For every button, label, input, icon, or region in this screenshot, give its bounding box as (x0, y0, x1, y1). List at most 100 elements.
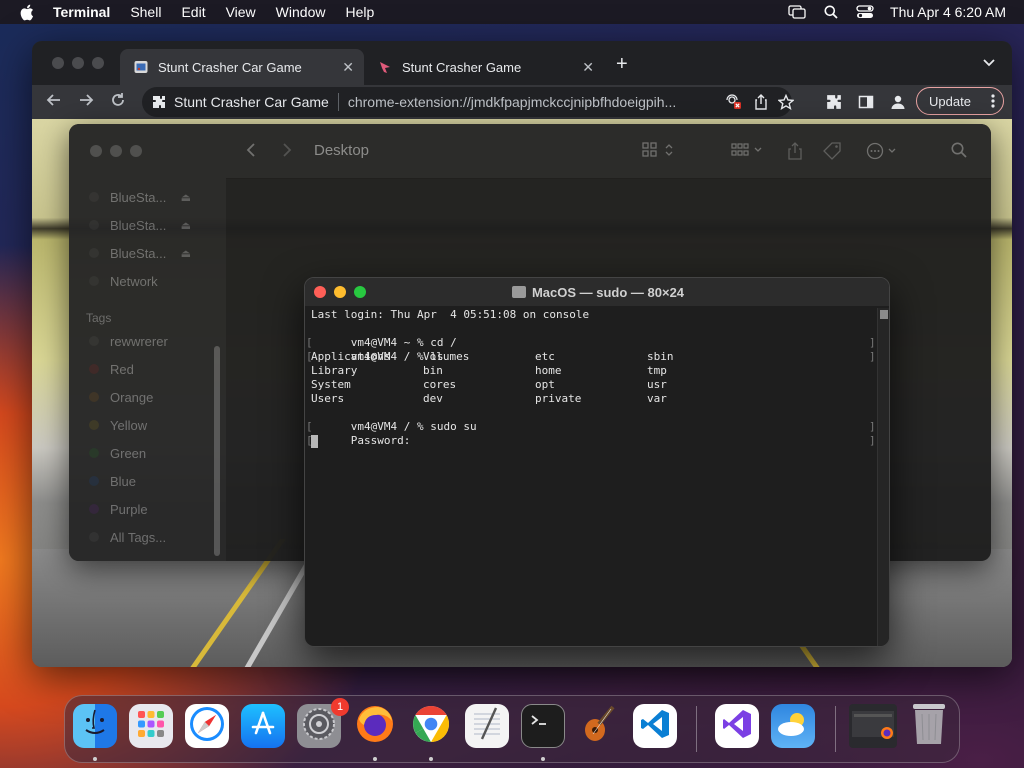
grid-view-icon[interactable] (642, 142, 676, 158)
sidebar-item-label: BlueSta... (110, 245, 167, 261)
dock-system-settings[interactable]: 1 (297, 698, 349, 748)
window-close-button[interactable] (52, 57, 64, 69)
tab-strip: Stunt Crasher Car Game ✕ Stunt Crasher G… (32, 41, 1012, 85)
window-zoom-button[interactable] (92, 57, 104, 69)
forward-icon[interactable] (282, 142, 292, 158)
menu-edit[interactable]: Edit (181, 4, 205, 20)
dock-safari[interactable] (185, 704, 229, 748)
menu-bar: Terminal Shell Edit View Window Help Thu… (0, 0, 1024, 24)
screen-mirroring-icon[interactable] (788, 5, 806, 19)
sidebar-item-bluestacks-1[interactable]: BlueSta... ⏏ (69, 185, 226, 209)
sidebar-tag-blue[interactable]: Blue (69, 469, 226, 493)
tab-stunt-crasher-game[interactable]: Stunt Crasher Game ✕ (364, 49, 604, 85)
sidebar-tag-red[interactable]: Red (69, 357, 226, 381)
action-menu-icon[interactable] (866, 142, 900, 160)
dock-launchpad[interactable] (129, 704, 173, 748)
blocked-icon[interactable] (726, 94, 742, 110)
sidebar-tag-rewwrerer[interactable]: rewwrerer (69, 329, 226, 353)
update-label: Update (929, 93, 971, 109)
share-icon[interactable] (754, 94, 768, 110)
terminal-minimize-button[interactable] (334, 286, 346, 298)
reload-icon[interactable] (110, 92, 126, 113)
terminal-scrollbar[interactable] (877, 308, 889, 646)
ls-entry: dev (423, 392, 443, 405)
forward-icon[interactable] (78, 92, 94, 113)
menu-clock[interactable]: Thu Apr 4 6:20 AM (890, 4, 1006, 20)
back-icon[interactable] (246, 142, 256, 158)
search-icon[interactable] (951, 142, 967, 158)
terminal-close-button[interactable] (314, 286, 326, 298)
eject-icon[interactable]: ⏏ (181, 191, 191, 204)
dock-firefox[interactable] (353, 704, 397, 748)
dock-vscode[interactable] (633, 704, 677, 748)
chevron-down-icon[interactable] (982, 55, 996, 73)
ls-entry: usr (647, 378, 667, 391)
dock-finder[interactable] (73, 704, 117, 748)
finder-zoom-button[interactable] (130, 145, 142, 157)
notification-badge: 1 (331, 698, 349, 716)
dock-visual-studio[interactable] (715, 704, 759, 748)
finder-close-button[interactable] (90, 145, 102, 157)
menu-shell[interactable]: Shell (130, 4, 161, 20)
scroll-thumb[interactable] (880, 310, 888, 319)
tag-dot-icon (89, 532, 99, 542)
terminal-zoom-button[interactable] (354, 286, 366, 298)
dock-textedit[interactable] (465, 704, 509, 748)
apple-icon[interactable] (19, 4, 35, 20)
dock-chrome[interactable] (409, 704, 453, 748)
ls-entry: etc (535, 350, 555, 363)
share-icon[interactable] (787, 142, 803, 160)
eject-icon[interactable]: ⏏ (181, 219, 191, 232)
update-button[interactable]: Update (916, 87, 1004, 115)
dock-weather[interactable] (771, 704, 815, 748)
new-tab-icon[interactable]: + (616, 53, 628, 76)
sidebar-tag-purple[interactable]: Purple (69, 497, 226, 521)
bookmark-star-icon[interactable] (778, 94, 794, 110)
dock-minimized-window[interactable] (849, 704, 897, 748)
group-icon[interactable] (731, 142, 767, 158)
menu-window[interactable]: Window (276, 4, 326, 20)
more-icon[interactable] (991, 93, 995, 112)
extensions-icon[interactable] (826, 94, 842, 110)
network-icon (89, 276, 99, 286)
finder-minimize-button[interactable] (110, 145, 122, 157)
address-bar[interactable]: Stunt Crasher Car Game chrome-extension:… (142, 87, 794, 117)
tab-close-icon[interactable]: ✕ (582, 59, 594, 76)
sidebar-item-bluestacks-2[interactable]: BlueSta... ⏏ (69, 213, 226, 237)
menu-help[interactable]: Help (345, 4, 374, 20)
running-indicator (429, 757, 433, 761)
eject-icon[interactable]: ⏏ (181, 247, 191, 260)
control-center-icon[interactable] (856, 5, 874, 19)
omnibox-separator (337, 93, 339, 111)
tab-stunt-crasher-car-game[interactable]: Stunt Crasher Car Game ✕ (120, 49, 364, 85)
tag-icon[interactable] (823, 142, 843, 160)
sidebar-item-bluestacks-3[interactable]: BlueSta... ⏏ (69, 241, 226, 265)
sidebar-tag-orange[interactable]: Orange (69, 385, 226, 409)
terminal-title: MacOS — sudo — 80×24 (531, 284, 685, 300)
visual-studio-icon (721, 708, 753, 745)
sidebar-item-label: Network (110, 273, 158, 289)
sidebar-tag-all-tags[interactable]: All Tags... (69, 525, 226, 549)
back-icon[interactable] (46, 92, 62, 113)
side-panel-icon[interactable] (858, 94, 874, 110)
menu-app-name[interactable]: Terminal (53, 4, 110, 20)
tag-dot-icon (89, 504, 99, 514)
terminal-content[interactable]: Last login: Thu Apr 4 05:51:08 on consol… (305, 308, 876, 646)
dock-app-store[interactable] (241, 704, 285, 748)
menu-view[interactable]: View (226, 4, 256, 20)
tab-close-icon[interactable]: ✕ (342, 59, 354, 76)
game-favicon-icon (378, 60, 392, 74)
dock-trash[interactable] (907, 703, 951, 748)
dock-garageband[interactable] (577, 704, 621, 748)
url-text: chrome-extension://jmdkfpapjmckccjnipbfh… (347, 94, 677, 110)
sidebar-scrollbar[interactable] (214, 346, 220, 556)
window-minimize-button[interactable] (72, 57, 84, 69)
profile-icon[interactable] (890, 94, 906, 110)
tag-label: Green (110, 445, 147, 461)
sidebar-item-network[interactable]: Network (69, 269, 226, 293)
sidebar-tag-green[interactable]: Green (69, 441, 226, 465)
search-icon[interactable] (824, 5, 838, 19)
sidebar-tag-yellow[interactable]: Yellow (69, 413, 226, 437)
disk-icon (89, 192, 99, 202)
dock-terminal[interactable] (521, 704, 565, 748)
